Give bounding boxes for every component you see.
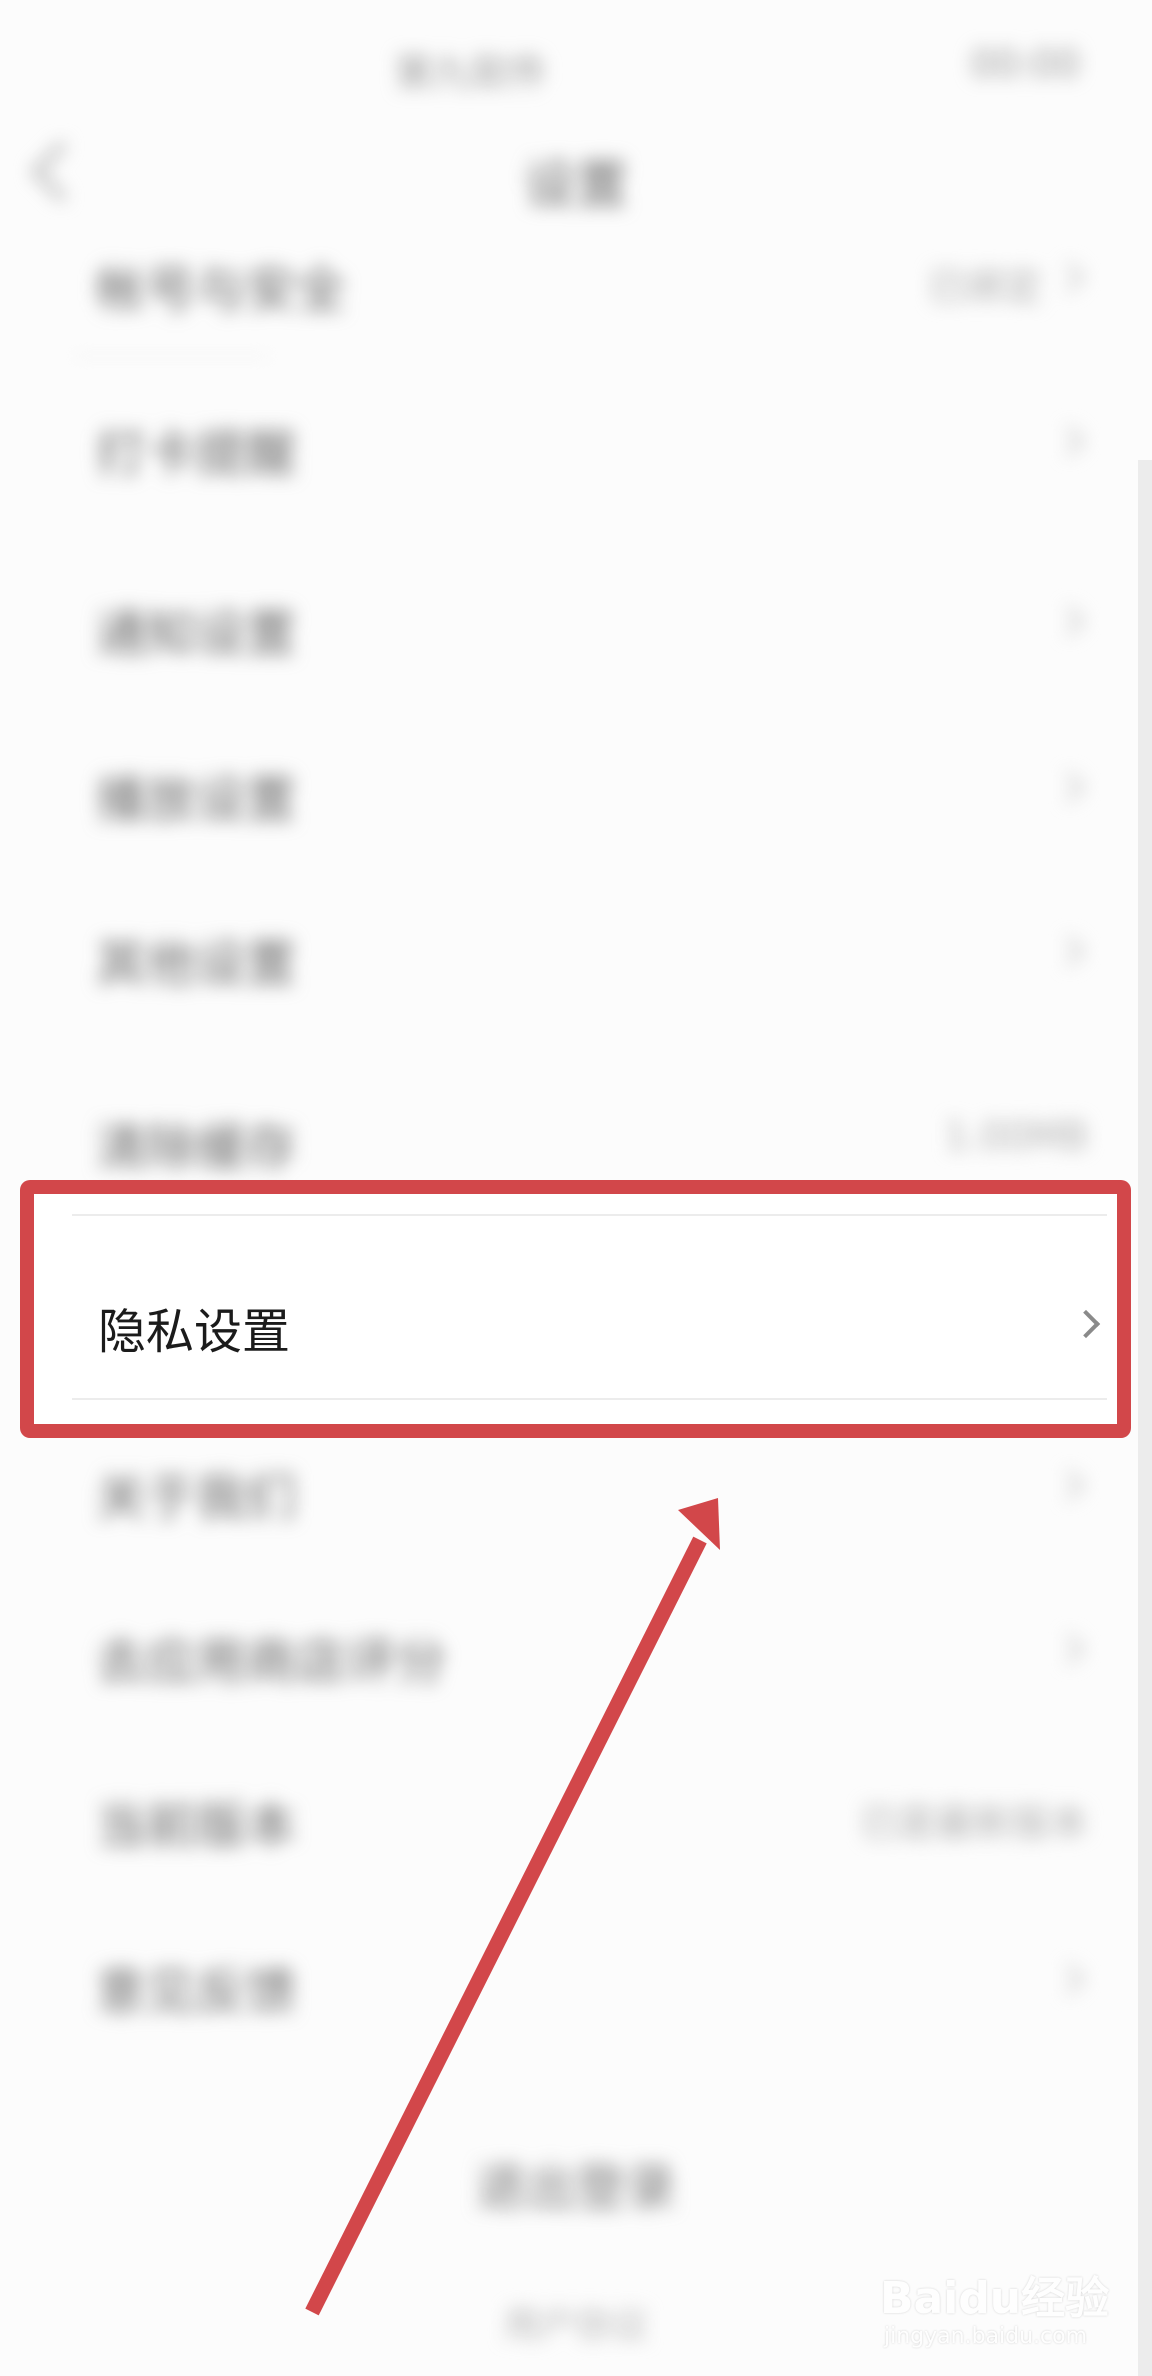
settings-screen: 第九软件 00:00 设置 帐号与安全 已绑定 打卡提醒 通知设置 播放设置 其…	[0, 0, 1152, 2376]
watermark-logo-text: Baidu经验	[880, 2273, 1110, 2324]
baidu-watermark: Baidu经验 jingyan.baidu.com	[880, 2262, 1140, 2362]
annotation-arrow	[305, 1498, 720, 2316]
arrow-shaft	[305, 1536, 707, 2316]
watermark-url: jingyan.baidu.com	[884, 2324, 1088, 2349]
